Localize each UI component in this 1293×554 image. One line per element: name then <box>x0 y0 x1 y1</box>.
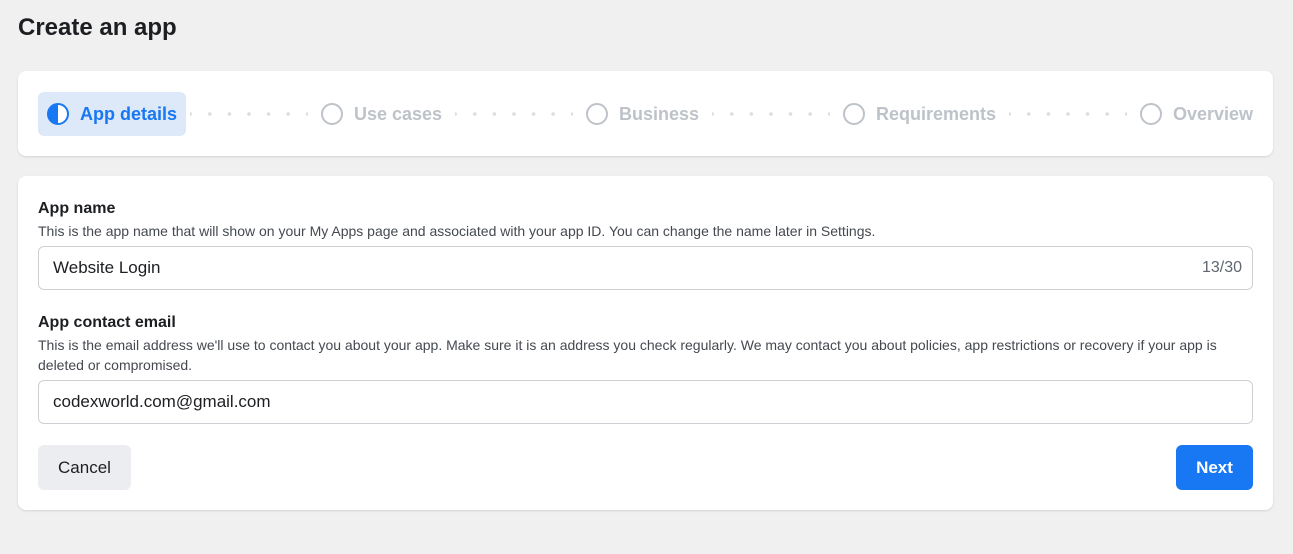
step-label: Business <box>618 103 700 124</box>
empty-circle-icon <box>842 103 865 125</box>
step-business[interactable]: Business <box>577 92 708 136</box>
step-connector <box>455 112 573 116</box>
step-connector <box>712 112 830 116</box>
contact-email-input[interactable]: codexworld.com@gmail.com <box>38 380 1253 424</box>
app-name-value: Website Login <box>53 258 161 277</box>
step-connector <box>190 112 308 116</box>
stepper-card: App details Use cases Business Requireme… <box>18 71 1273 156</box>
step-requirements[interactable]: Requirements <box>834 92 1005 136</box>
app-name-description: This is the app name that will show on y… <box>38 223 876 239</box>
contact-email-value: codexworld.com@gmail.com <box>53 392 271 411</box>
stepper: App details Use cases Business Requireme… <box>38 92 1253 136</box>
empty-circle-icon <box>1139 103 1162 125</box>
step-connector <box>1009 112 1127 116</box>
step-label: Overview <box>1172 103 1253 124</box>
step-label: Requirements <box>875 103 996 124</box>
empty-circle-icon <box>585 103 608 125</box>
step-app-details[interactable]: App details <box>38 92 187 136</box>
step-overview[interactable]: Overview <box>1131 92 1253 136</box>
contact-email-description: This is the email address we'll use to c… <box>38 337 1217 373</box>
contact-email-label: App contact email <box>38 314 176 331</box>
half-filled-circle-icon <box>47 103 69 125</box>
cancel-button[interactable]: Cancel <box>38 445 131 490</box>
app-name-label: App name <box>38 200 116 217</box>
next-button[interactable]: Next <box>1176 445 1253 490</box>
empty-circle-icon <box>320 103 343 125</box>
app-name-input[interactable]: Website Login 13/30 <box>38 246 1253 290</box>
step-label: App details <box>80 103 178 124</box>
character-counter: 13/30 <box>1201 259 1242 276</box>
step-label: Use cases <box>353 103 443 124</box>
page-title: Create an app <box>18 14 177 41</box>
step-use-cases[interactable]: Use cases <box>312 92 451 136</box>
app-details-form: App name This is the app name that will … <box>18 176 1273 510</box>
